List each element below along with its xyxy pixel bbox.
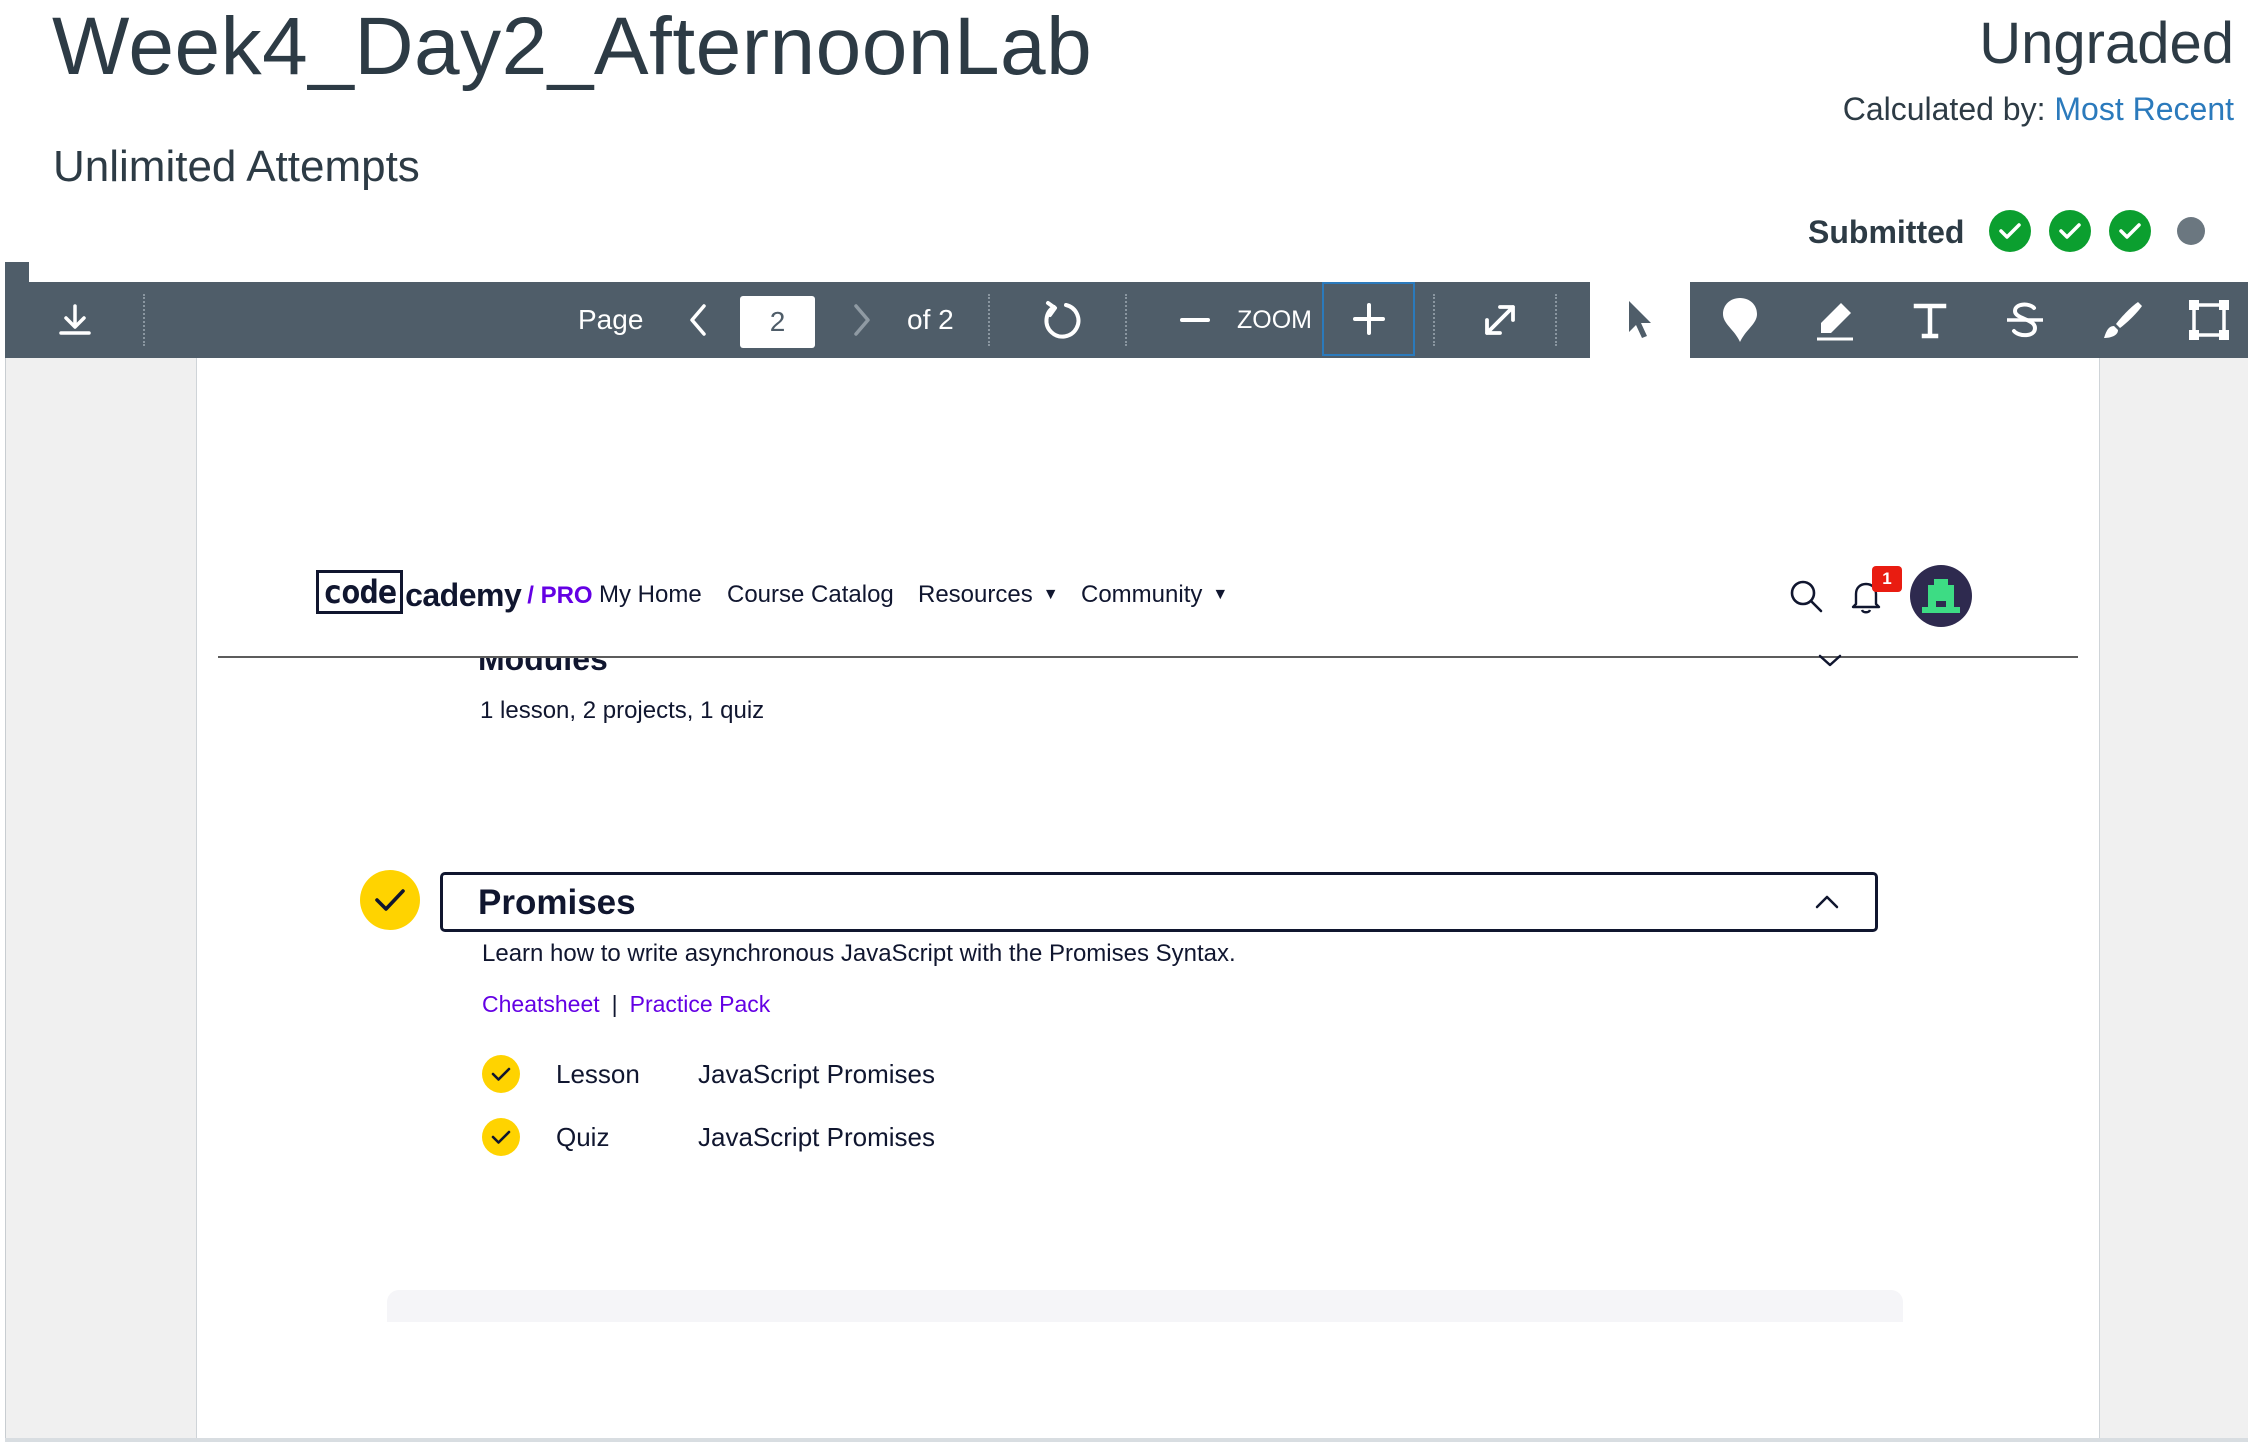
caret-down-icon: ▼ [1042, 586, 1059, 603]
submission-attempts [1989, 210, 2205, 252]
avatar[interactable] [1910, 565, 1972, 627]
submitted-label: Submitted [1808, 214, 1965, 250]
list-item[interactable]: Quiz JavaScript Promises [482, 1117, 1082, 1157]
calculated-by-link[interactable]: Most Recent [2054, 91, 2234, 127]
zoom-label: ZOOM [1237, 306, 1312, 334]
fullscreen-icon[interactable] [1455, 282, 1545, 358]
pointer-icon[interactable] [1590, 282, 1690, 358]
pin-icon[interactable] [1695, 282, 1785, 358]
modules-summary: 1 lesson, 2 projects, 1 quiz [480, 697, 765, 724]
logo-cademy: cademy [405, 577, 522, 613]
document-toolbar: Page of 2 ZOOM [5, 282, 2248, 358]
page-label: Page [578, 304, 644, 335]
nav-my-home[interactable]: My Home [599, 578, 702, 612]
draw-icon[interactable] [2077, 282, 2167, 358]
select-tool-active[interactable] [1590, 282, 1690, 358]
download-icon[interactable] [35, 282, 115, 358]
promises-section-header[interactable]: Promises [440, 872, 1878, 932]
viewer-frame-tab [5, 262, 29, 284]
item-type: Lesson [556, 1058, 640, 1089]
nav-resources[interactable]: Resources ▼ [918, 578, 1059, 612]
next-section-card [387, 1290, 1903, 1322]
attempt-1-check-icon[interactable] [1989, 210, 2031, 252]
calculated-by-label: Calculated by: [1842, 91, 2046, 127]
zoom-in-icon[interactable] [1324, 284, 1413, 354]
section-title: Promises [478, 883, 636, 922]
section-complete-check-icon [360, 870, 420, 930]
nav-resources-label: Resources [918, 581, 1033, 608]
attempt-4-pending-icon[interactable] [2177, 217, 2205, 245]
search-icon[interactable] [1788, 578, 1824, 619]
nav-course-catalog[interactable]: Course Catalog [727, 578, 894, 612]
grade-status: Ungraded [1979, 11, 2234, 76]
item-name-link[interactable]: JavaScript Promises [698, 1122, 935, 1153]
toolbar-divider [1433, 294, 1435, 346]
modules-heading: Modules [478, 658, 608, 677]
page-total: of 2 [907, 304, 954, 335]
practice-pack-link[interactable]: Practice Pack [630, 991, 771, 1017]
chevron-up-icon [1813, 893, 1841, 916]
item-complete-check-icon [482, 1118, 520, 1156]
attempt-3-check-icon[interactable] [2109, 210, 2151, 252]
chevron-down-icon[interactable] [1816, 652, 1844, 675]
section-description: Learn how to write asynchronous JavaScri… [482, 940, 1236, 967]
toolbar-divider [143, 294, 145, 346]
nav-community-label: Community [1081, 581, 1203, 608]
calculated-by: Calculated by: Most Recent [1843, 87, 2234, 131]
item-name-link[interactable]: JavaScript Promises [698, 1059, 935, 1090]
logo-pro: / PRO [527, 582, 593, 609]
attempt-2-check-icon[interactable] [2049, 210, 2091, 252]
attempts-info: Unlimited Attempts [53, 142, 420, 191]
area-icon[interactable] [2170, 282, 2248, 358]
assignment-title: Week4_Day2_AfternoonLab [52, 1, 1093, 92]
item-complete-check-icon [482, 1055, 520, 1093]
strikethrough-icon[interactable] [1980, 282, 2070, 358]
chevron-right-icon[interactable] [837, 282, 887, 358]
toolbar-divider [988, 294, 990, 346]
zoom-out-icon[interactable] [1155, 282, 1235, 358]
viewer-scroll-edge [5, 1438, 2248, 1442]
toolbar-divider [1555, 294, 1557, 346]
item-type: Quiz [556, 1121, 610, 1152]
text-icon[interactable] [1885, 282, 1975, 358]
cheatsheet-link[interactable]: Cheatsheet [482, 991, 600, 1017]
page-number-input[interactable] [740, 296, 815, 348]
caret-down-icon: ▼ [1212, 586, 1229, 603]
nav-community[interactable]: Community ▼ [1081, 578, 1228, 612]
link-separator: | [611, 991, 618, 1017]
section-links: Cheatsheet | Practice Pack [482, 988, 770, 1020]
notification-badge: 1 [1872, 566, 1902, 592]
logo-code: code [316, 570, 404, 614]
modules-heading-clip: Modules [478, 658, 878, 678]
toolbar-divider [1125, 294, 1127, 346]
highlight-icon[interactable] [1790, 282, 1880, 358]
chevron-left-icon[interactable] [673, 282, 723, 358]
rotate-icon[interactable] [1017, 282, 1107, 358]
list-item[interactable]: Lesson JavaScript Promises [482, 1054, 1082, 1094]
codecademy-logo[interactable]: code cademy / PRO [316, 570, 593, 614]
zoom-in-button[interactable] [1322, 282, 1415, 356]
